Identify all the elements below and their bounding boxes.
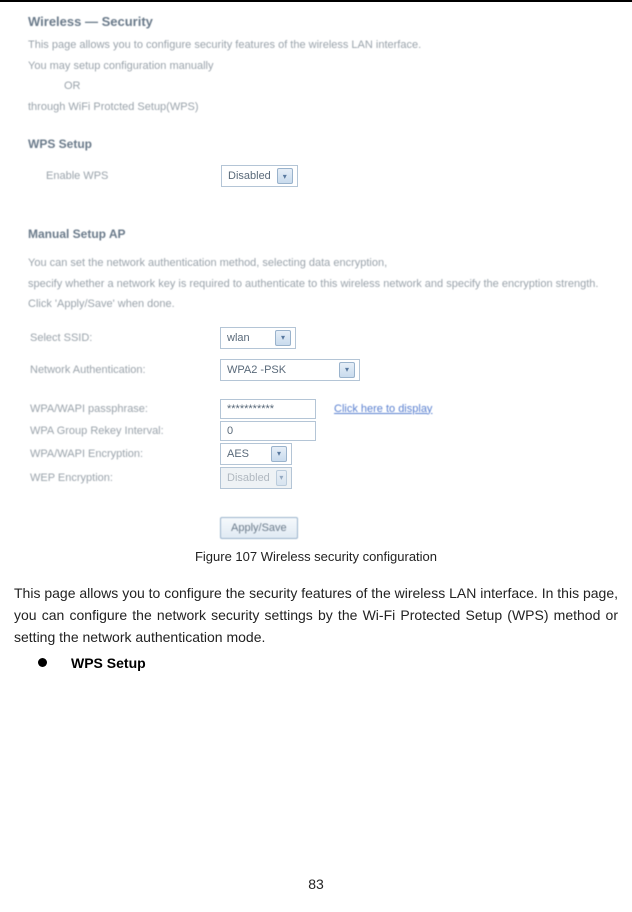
config-screenshot: Wireless — Security This page allows you… [0,0,632,539]
display-passphrase-link[interactable]: Click here to display [334,403,432,415]
rekey-row: WPA Group Rekey Interval: 0 [28,421,604,441]
rekey-value: 0 [227,425,233,437]
encryption-label: WPA/WAPI Encryption: [30,448,220,460]
rekey-label: WPA Group Rekey Interval: [30,425,220,437]
wep-select: Disabled ▾ [220,467,292,489]
desc-or: OR [64,78,604,95]
manual-desc: specify whether a network key is require… [28,276,604,293]
chevron-down-icon: ▾ [276,470,287,486]
ssid-select[interactable]: wlan ▾ [220,327,296,349]
enable-wps-value: Disabled [228,170,271,182]
enable-wps-select[interactable]: Disabled ▾ [221,165,298,187]
manual-section-heading: Manual Setup AP [28,227,604,241]
desc-line: You may setup configuration manually [28,58,604,75]
ssid-row: Select SSID: wlan ▾ [28,327,604,349]
enable-wps-row: Enable WPS Disabled ▾ [28,165,604,187]
wep-row: WEP Encryption: Disabled ▾ [28,467,604,489]
passphrase-input[interactable]: *********** [220,399,316,419]
passphrase-label: WPA/WAPI passphrase: [30,403,220,415]
passphrase-value: *********** [227,403,274,415]
ssid-label: Select SSID: [30,332,220,344]
passphrase-row: WPA/WAPI passphrase: *********** Click h… [28,399,604,419]
wep-value: Disabled [227,472,270,484]
chevron-down-icon: ▾ [275,330,291,346]
manual-desc: You can set the network authentication m… [28,255,604,272]
chevron-down-icon: ▾ [271,446,287,462]
bullet-icon [38,658,47,667]
desc-line: through WiFi Protcted Setup(WPS) [28,99,604,116]
chevron-down-icon: ▾ [277,168,293,184]
page-number: 83 [0,876,632,892]
enable-wps-label: Enable WPS [46,170,221,182]
button-row: Apply/Save [28,517,604,539]
bullet-label: WPS Setup [71,655,146,671]
encryption-select[interactable]: AES ▾ [220,443,292,465]
ssid-value: wlan [227,332,269,344]
auth-value: WPA2 -PSK [227,364,333,376]
wep-label: WEP Encryption: [30,472,220,484]
encryption-value: AES [227,448,265,460]
rekey-input[interactable]: 0 [220,421,316,441]
auth-select[interactable]: WPA2 -PSK ▾ [220,359,360,381]
section-heading-security: Wireless — Security [28,14,604,29]
wps-section-heading: WPS Setup [28,137,604,151]
chevron-down-icon: ▾ [339,362,355,378]
desc-line: This page allows you to configure securi… [28,37,604,54]
apply-save-button[interactable]: Apply/Save [220,517,298,539]
figure-caption: Figure 107 Wireless security configurati… [0,549,632,564]
encryption-row: WPA/WAPI Encryption: AES ▾ [28,443,604,465]
auth-label: Network Authentication: [30,364,220,376]
manual-desc: Click 'Apply/Save' when done. [28,296,604,313]
auth-row: Network Authentication: WPA2 -PSK ▾ [28,359,604,381]
bullet-item: WPS Setup [38,655,632,671]
body-paragraph: This page allows you to configure the se… [14,582,618,649]
